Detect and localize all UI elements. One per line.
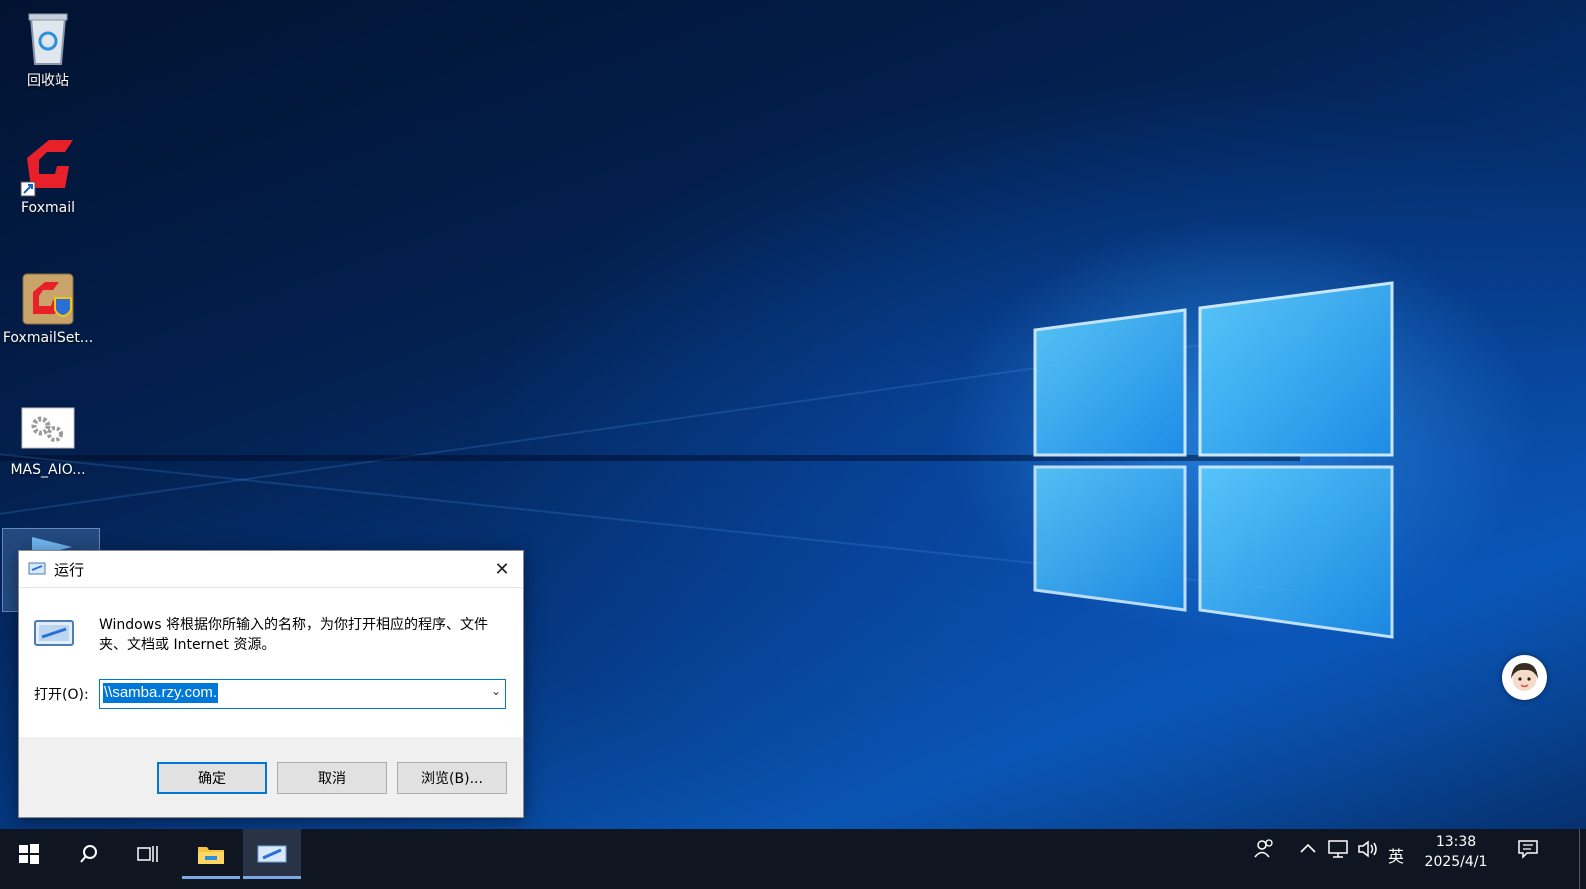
clock-date: 2025/4/1 bbox=[1424, 854, 1488, 870]
chevron-down-icon[interactable]: ⌄ bbox=[491, 684, 501, 698]
desktop-icon-foxmail-setup[interactable]: FoxmailSet... bbox=[0, 268, 96, 346]
task-view-button[interactable] bbox=[119, 829, 177, 879]
open-label: 打开(O): bbox=[34, 687, 89, 703]
desktop-icon-foxmail[interactable]: Foxmail bbox=[0, 138, 96, 216]
windows-logo-wallpaper bbox=[1033, 281, 1394, 639]
running-indicator bbox=[243, 876, 301, 879]
close-icon: ✕ bbox=[494, 558, 510, 580]
file-explorer-button[interactable] bbox=[182, 829, 240, 879]
settings-gear-icon bbox=[19, 400, 77, 458]
volume-icon[interactable] bbox=[1357, 839, 1379, 863]
desktop-icon-label: Foxmail bbox=[21, 200, 75, 216]
notification-center-icon[interactable] bbox=[1517, 839, 1539, 863]
close-button[interactable]: ✕ bbox=[489, 557, 515, 581]
desktop-icon-label: MAS_AIO... bbox=[10, 462, 86, 478]
running-indicator bbox=[182, 876, 240, 879]
clock-time: 13:38 bbox=[1435, 834, 1477, 850]
desktop-icon-recycle-bin[interactable]: 回收站 bbox=[0, 8, 96, 90]
assistant-avatar-icon[interactable] bbox=[1502, 655, 1547, 700]
desktop-icon-mas-aio[interactable]: MAS_AIO... bbox=[0, 400, 96, 478]
ime-indicator[interactable]: 英 bbox=[1388, 843, 1404, 867]
clock[interactable]: 13:38 2025/4/1 bbox=[1420, 832, 1492, 872]
ok-button[interactable]: 确定 bbox=[157, 762, 267, 794]
foxmail-icon bbox=[19, 138, 77, 197]
file-explorer-icon bbox=[198, 847, 224, 864]
cancel-button[interactable]: 取消 bbox=[277, 762, 387, 794]
run-app-taskbar-button[interactable] bbox=[243, 829, 301, 879]
desktop-icon-label: 回收站 bbox=[27, 73, 69, 89]
dialog-title: 运行 bbox=[54, 560, 85, 579]
desktop-icon-label: FoxmailSet... bbox=[2, 330, 94, 346]
search-button[interactable] bbox=[60, 829, 118, 879]
recycle-bin-icon bbox=[19, 8, 77, 66]
run-large-icon bbox=[33, 617, 75, 653]
start-icon bbox=[19, 844, 39, 864]
task-view-icon bbox=[137, 846, 158, 862]
browse-button[interactable]: 浏览(B)... bbox=[397, 762, 507, 794]
taskbar: 英 13:38 2025/4/1 bbox=[0, 829, 1586, 889]
run-dialog: 运行 ✕ Windows 将根据你所输入的名称，为你打开相应的程序、文件夹、文档… bbox=[18, 550, 524, 818]
show-desktop-button[interactable] bbox=[1579, 829, 1586, 889]
start-button[interactable] bbox=[0, 829, 58, 879]
dialog-description: Windows 将根据你所输入的名称，为你打开相应的程序、文件夹、文档或 Int… bbox=[99, 617, 488, 653]
dialog-titlebar[interactable]: 运行 bbox=[19, 551, 523, 588]
people-icon[interactable] bbox=[1254, 839, 1274, 863]
open-input[interactable]: \\samba.rzy.com. bbox=[103, 683, 219, 703]
network-icon[interactable] bbox=[1328, 839, 1350, 863]
dialog-footer: 确定 取消 浏览(B)... bbox=[19, 737, 523, 817]
foxmail-setup-icon bbox=[19, 268, 77, 326]
search-icon bbox=[80, 845, 97, 863]
chevron-up-icon[interactable] bbox=[1299, 839, 1317, 861]
run-app-icon bbox=[257, 845, 287, 863]
open-combobox[interactable]: \\samba.rzy.com. ⌄ bbox=[99, 679, 506, 709]
run-app-icon bbox=[28, 561, 46, 577]
